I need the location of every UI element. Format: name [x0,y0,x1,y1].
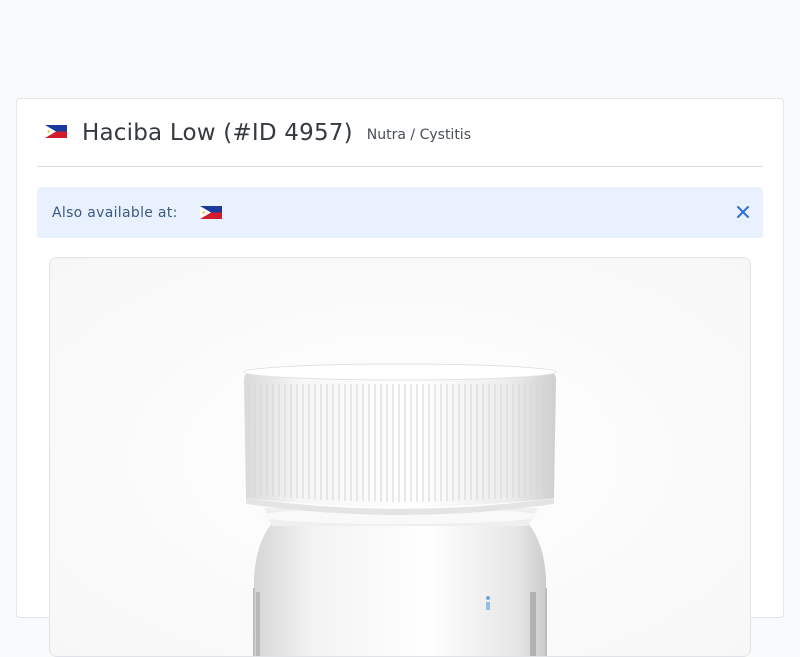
philippines-flag-icon [45,125,67,138]
product-image [50,258,750,656]
availability-alert: Also available at: [37,187,763,238]
category-breadcrumb[interactable]: Nutra / Cystitis [367,127,471,143]
page-title: Haciba Low (#ID 4957) [82,119,353,146]
product-header: Haciba Low (#ID 4957) Nutra / Cystitis [37,99,763,167]
philippines-flag-icon[interactable] [199,206,222,219]
product-card: Haciba Low (#ID 4957) Nutra / Cystitis A… [16,98,784,657]
availability-label: Also available at: [52,204,178,221]
product-image-frame [49,257,751,657]
close-icon[interactable] [735,204,751,220]
